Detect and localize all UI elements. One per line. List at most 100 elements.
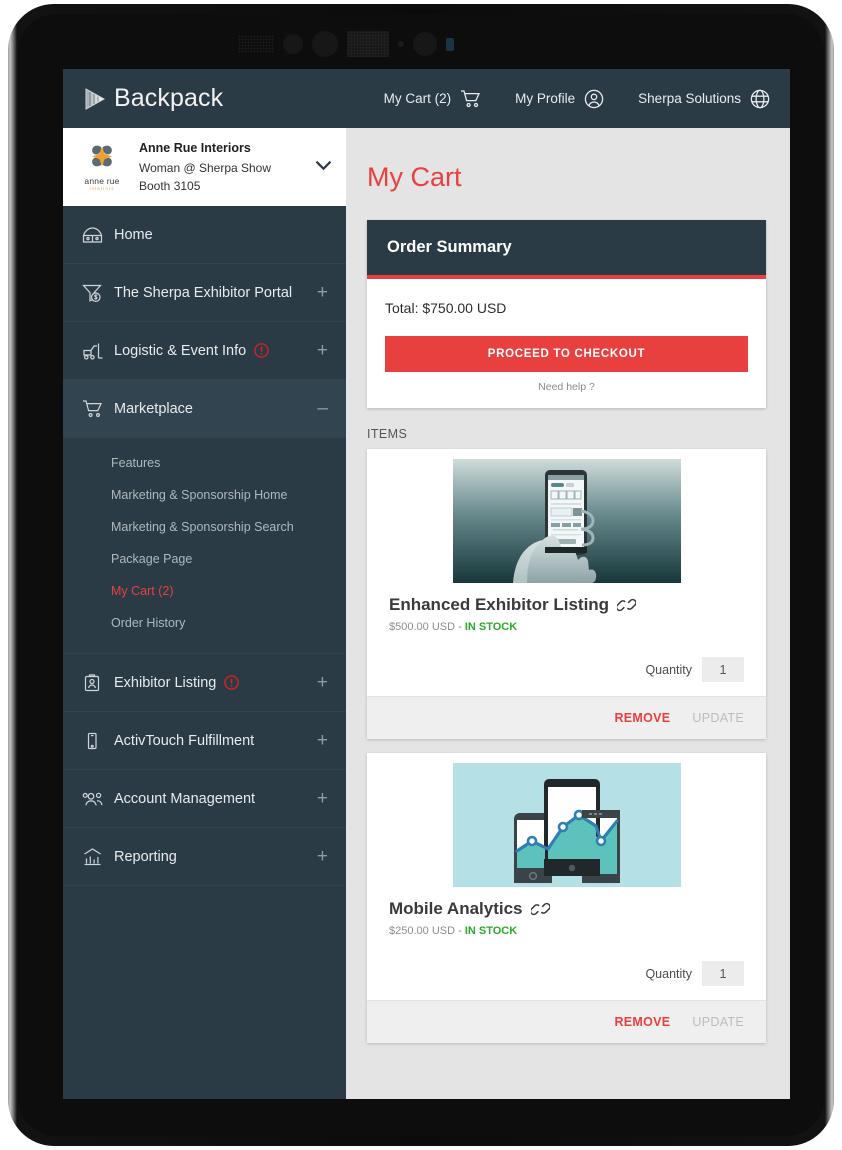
tablet-device-frame: Backpack My Cart (2) My Profile Sherpa S… [8, 4, 834, 1146]
devices-analytics-chart-illustration [452, 763, 681, 887]
cart-item-title: Mobile Analytics [389, 899, 523, 918]
quantity-input[interactable] [702, 961, 744, 986]
update-button[interactable]: UPDATE [692, 711, 744, 725]
users-icon [82, 790, 108, 808]
sensor-array [347, 31, 389, 57]
cart-item-media [367, 449, 766, 583]
globe-icon [750, 89, 770, 108]
quantity-input[interactable] [702, 657, 744, 682]
sidebar-item-reporting[interactable]: Reporting + [63, 828, 346, 886]
cart-item-actions: REMOVE UPDATE [367, 1000, 766, 1043]
front-camera [312, 31, 338, 57]
speaker-grille [238, 35, 274, 53]
update-button[interactable]: UPDATE [692, 1015, 744, 1029]
sidebar-item-account-management[interactable]: Account Management + [63, 770, 346, 828]
alert-exclamation-icon [254, 343, 269, 358]
need-help-link[interactable]: Need help ? [385, 372, 748, 395]
shopping-cart-icon [82, 399, 108, 418]
order-summary-card: Order Summary Total: $750.00 USD PROCEED… [367, 220, 766, 408]
cart-item-quantity-row: Quantity [367, 945, 766, 1000]
cart-item-stock: IN STOCK [464, 621, 518, 633]
sidebar-item-home-label: Home [114, 226, 153, 243]
sidebar-item-marketplace-toggle[interactable]: – [317, 399, 328, 418]
proceed-to-checkout-button[interactable]: PROCEED TO CHECKOUT [385, 336, 748, 372]
app-header: Backpack My Cart (2) My Profile Sherpa S… [63, 69, 790, 128]
play-triangle-icon [85, 87, 106, 110]
sidebar-item-activtouch-fulfillment[interactable]: ActivTouch Fulfillment + [63, 712, 346, 770]
sidebar-item-sherpa-exhibitor-portal[interactable]: The Sherpa Exhibitor Portal + [63, 264, 346, 322]
sidebar-item-logistic-event-info-label: Logistic & Event Info [114, 342, 247, 359]
sidebar-item-account-management-toggle[interactable]: + [317, 789, 328, 808]
sidebar-item-sherpa-exhibitor-portal-toggle[interactable]: + [317, 283, 328, 302]
sidebar-item-exhibitor-listing[interactable]: Exhibitor Listing + [63, 654, 346, 712]
quantity-label: Quantity [645, 662, 692, 677]
submenu-item-marketing-sponsorship-home[interactable]: Marketing & Sponsorship Home [63, 479, 346, 511]
sidebar-item-activtouch-fulfillment-toggle[interactable]: + [317, 731, 328, 750]
sidebar-item-logistic-event-info-toggle[interactable]: + [317, 341, 328, 360]
remove-button[interactable]: REMOVE [614, 1015, 670, 1029]
shopping-cart-icon [461, 90, 481, 108]
cart-item-meta: $500.00 USD - IN STOCK [389, 621, 746, 633]
proximity-sensor [283, 34, 303, 54]
company-logo: anne rue interiors [75, 143, 129, 191]
cart-item-price: $250.00 USD - [389, 925, 465, 937]
topnav-sherpa-solutions-label: Sherpa Solutions [638, 91, 741, 106]
sidebar-item-reporting-label: Reporting [114, 848, 177, 865]
sidebar-item-exhibitor-listing-toggle[interactable]: + [317, 673, 328, 692]
cart-item: Enhanced Exhibitor Listing $500.00 USD -… [367, 449, 766, 739]
sidebar-item-sherpa-exhibitor-portal-label: The Sherpa Exhibitor Portal [114, 284, 293, 301]
sidebar-item-activtouch-fulfillment-label: ActivTouch Fulfillment [114, 732, 255, 749]
top-navigation: My Cart (2) My Profile Sherpa Solutions [384, 89, 770, 109]
alert-exclamation-icon [224, 675, 240, 690]
status-led [446, 37, 454, 51]
page-title: My Cart [367, 162, 462, 192]
sidebar-item-logistic-event-info[interactable]: Logistic & Event Info + [63, 322, 346, 380]
company-booth: Booth 3105 [139, 178, 201, 193]
topnav-my-profile[interactable]: My Profile [515, 89, 604, 109]
chain-link-icon[interactable] [617, 596, 637, 614]
user-circle-icon [584, 89, 604, 108]
sidebar: anne rue interiors Anne Rue Interiors Wo… [63, 128, 346, 1099]
cart-item-media [367, 753, 766, 887]
cart-item: Mobile Analytics $250.00 USD - IN STOCK [367, 753, 766, 1043]
chevron-down-icon[interactable] [315, 158, 332, 176]
topnav-my-cart[interactable]: My Cart (2) [384, 89, 482, 108]
remove-button[interactable]: REMOVE [614, 711, 670, 725]
sidebar-item-reporting-toggle[interactable]: + [317, 847, 328, 866]
device-bezel: Backpack My Cart (2) My Profile Sherpa S… [18, 14, 824, 1136]
company-selector[interactable]: anne rue interiors Anne Rue Interiors Wo… [63, 128, 346, 206]
cart-item-meta: $250.00 USD - IN STOCK [389, 925, 746, 937]
sidebar-item-exhibitor-listing-label: Exhibitor Listing [114, 674, 217, 691]
sidebar-item-marketplace-label: Marketplace [114, 400, 193, 417]
hands-holding-phone-photo [452, 459, 681, 583]
bar-chart-icon [82, 847, 108, 866]
device-screen: Backpack My Cart (2) My Profile Sherpa S… [63, 69, 790, 1099]
main-content: My Cart Order Summary Total: $750.00 USD… [346, 128, 790, 1099]
chain-link-icon[interactable] [530, 900, 550, 918]
sidebar-item-account-management-label: Account Management [114, 790, 256, 807]
submenu-item-order-history[interactable]: Order History [63, 607, 346, 639]
mobile-device-icon [82, 731, 108, 751]
submenu-item-my-cart[interactable]: My Cart (2) [63, 575, 346, 607]
submenu-item-package-page[interactable]: Package Page [63, 543, 346, 575]
topnav-my-profile-label: My Profile [515, 91, 576, 106]
cart-item-title-row: Mobile Analytics [389, 899, 746, 919]
device-bottom-bezel [63, 1099, 790, 1129]
order-total: Total: $750.00 USD [385, 300, 507, 316]
company-show: Woman @ Sherpa Show [139, 160, 272, 175]
submenu-item-features[interactable]: Features [63, 447, 346, 479]
items-section-label: ITEMS [367, 427, 408, 441]
cart-item-title-row: Enhanced Exhibitor Listing [389, 595, 746, 615]
home-icon [82, 226, 108, 244]
company-name: Anne Rue Interiors [139, 141, 251, 156]
cart-item-body: Mobile Analytics $250.00 USD - IN STOCK [367, 887, 766, 945]
topnav-my-cart-label: My Cart (2) [383, 91, 452, 106]
sidebar-item-marketplace[interactable]: Marketplace – [63, 380, 346, 438]
order-summary-wrapper: Order Summary Total: $750.00 USD PROCEED… [346, 220, 790, 408]
submenu-item-marketing-sponsorship-search[interactable]: Marketing & Sponsorship Search [63, 511, 346, 543]
sidebar-item-home[interactable]: Home [63, 206, 346, 264]
funnel-dollar-icon [82, 283, 108, 303]
topnav-sherpa-solutions[interactable]: Sherpa Solutions [638, 89, 770, 109]
company-details: Anne Rue Interiors Woman @ Sherpa Show B… [139, 139, 315, 194]
brand-logo[interactable]: Backpack [84, 84, 223, 113]
